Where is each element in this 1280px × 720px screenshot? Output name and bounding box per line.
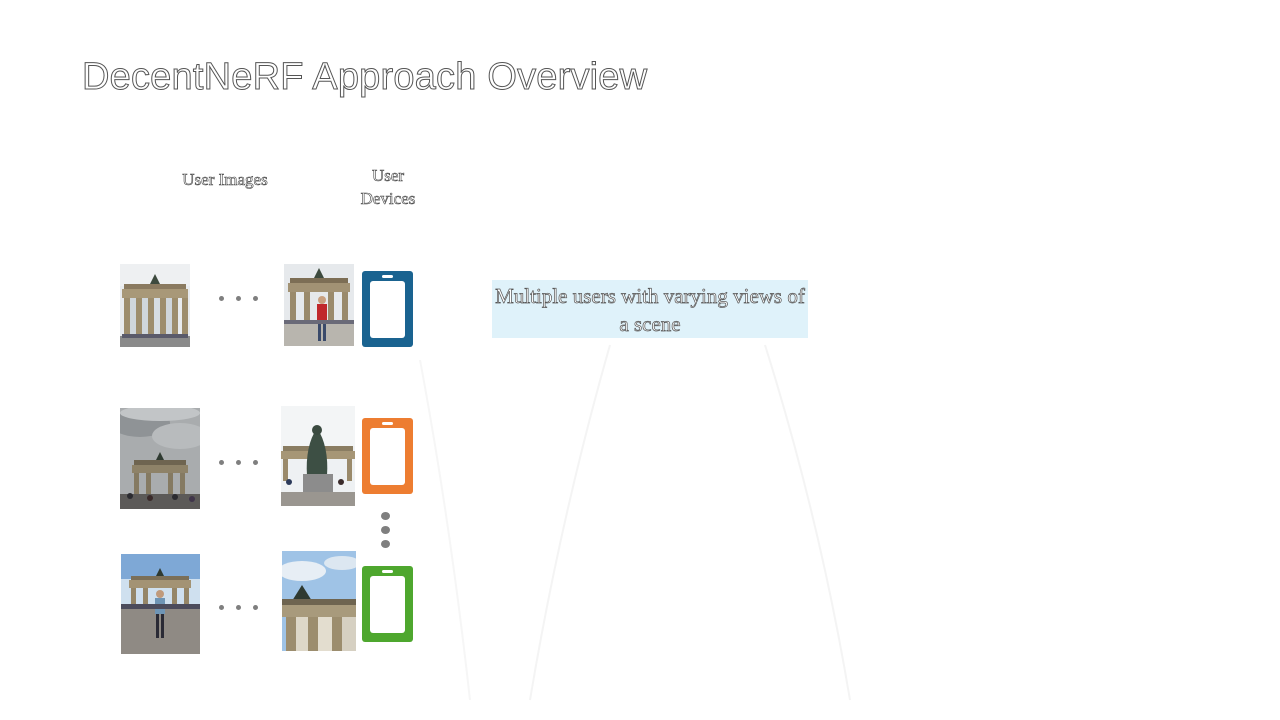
slide: DecentNeRF Approach Overview User Images…	[0, 0, 1280, 720]
user-2-photo-first	[120, 408, 200, 509]
slide-title: DecentNeRF Approach Overview	[81, 56, 648, 99]
user-devices-header: User Devices	[360, 166, 416, 209]
user-2-device	[362, 418, 413, 494]
user-1-device	[362, 271, 413, 347]
user-1-photo-last	[284, 264, 354, 346]
phone-screen	[370, 281, 405, 338]
user-3-device	[362, 566, 413, 642]
user-2-photo-last	[281, 406, 355, 506]
user-3-more-images-dots	[219, 603, 261, 611]
user-2-more-images-dots	[219, 458, 261, 466]
phone-screen	[370, 428, 405, 485]
phone-speaker-icon	[382, 422, 393, 425]
phone-speaker-icon	[382, 275, 393, 278]
user-images-header: User Images	[182, 170, 268, 190]
callout-box: Multiple users with varying views of a s…	[492, 280, 808, 338]
user-1-more-images-dots	[219, 294, 261, 302]
user-3-photo-last	[282, 551, 356, 651]
phone-screen	[370, 576, 405, 633]
more-devices-dots	[381, 512, 391, 550]
phone-speaker-icon	[382, 570, 393, 573]
user-1-photo-first	[120, 264, 190, 347]
user-3-photo-first	[121, 554, 200, 654]
